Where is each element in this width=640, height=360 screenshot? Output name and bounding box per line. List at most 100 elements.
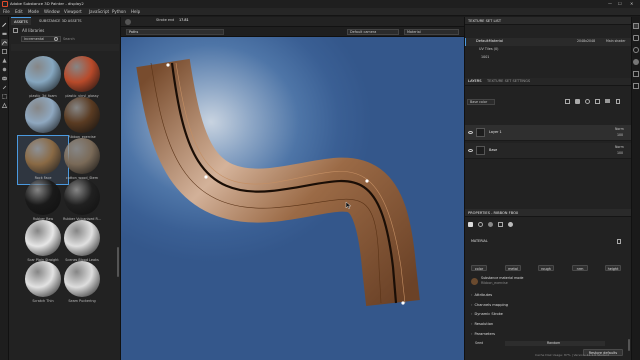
add-mask-icon[interactable] <box>585 99 590 104</box>
menu-bar: File Edit Mode Window Viewport JavaScrip… <box>0 8 640 16</box>
channel-chip-nrm[interactable]: nrm <box>572 265 588 271</box>
search-input[interactable]: Search <box>63 37 75 41</box>
tab-texture-set-settings[interactable]: TEXTURE SET SETTINGS <box>487 79 530 84</box>
channel-chip-metal[interactable]: metal <box>505 265 521 271</box>
material-tab-icon[interactable] <box>508 222 513 227</box>
assets-scrollbar[interactable] <box>117 247 119 277</box>
asset-thumbnail <box>64 220 100 256</box>
home-icon[interactable] <box>13 28 18 33</box>
paint-brush-icon[interactable] <box>1 21 8 28</box>
eraser-icon[interactable] <box>1 30 8 37</box>
menu-python[interactable]: Python <box>112 10 126 14</box>
tab-assets[interactable]: ASSETS <box>11 17 31 25</box>
ribbon-mesh[interactable] <box>121 27 464 360</box>
layers-panel-icon[interactable] <box>633 35 639 41</box>
clone-icon[interactable] <box>1 75 8 82</box>
uv-tiles-label: UV Tiles (0) <box>479 47 499 51</box>
stencil-tab-icon[interactable] <box>498 222 503 227</box>
menu-javascript[interactable]: JavaScript <box>89 10 109 14</box>
layer-thumbnail <box>476 128 485 137</box>
texture-set-shader: Main shader <box>606 39 626 43</box>
layer-opacity[interactable]: 100 <box>617 151 623 155</box>
menu-file[interactable]: File <box>3 10 10 14</box>
window-title: Adobe Substance 3D Painter - display2 <box>10 1 84 6</box>
seed-field[interactable]: Random <box>505 341 605 346</box>
channel-chip-color[interactable]: color <box>471 265 487 271</box>
layer-name: Base <box>489 148 498 152</box>
layer-opacity[interactable]: 100 <box>617 133 623 137</box>
section-dynamic-stroke[interactable]: Dynamic Stroke <box>471 312 502 317</box>
material-options-icon[interactable] <box>617 239 621 244</box>
tab-layers[interactable]: LAYERS <box>468 79 482 84</box>
path-point <box>401 301 405 305</box>
projection-icon[interactable] <box>1 48 8 55</box>
polygon-fill-icon[interactable] <box>1 57 8 64</box>
asset-thumbnail <box>25 56 61 92</box>
visibility-eye-icon[interactable] <box>468 131 473 134</box>
texture-set-resolution: 2048x2048 <box>577 39 596 43</box>
minimize-button[interactable]: — <box>608 2 612 6</box>
properties-header: PROPERTIES - RIBBON FBOX <box>465 209 632 217</box>
viewport-3d[interactable]: Paths Default camera Material <box>121 27 464 360</box>
section-channels-mapping[interactable]: Channels mapping <box>471 303 508 308</box>
panel-icon-strip <box>631 17 640 360</box>
channel-value: Base color <box>470 100 488 104</box>
smudge-icon[interactable] <box>1 66 8 73</box>
paint-tab-icon[interactable] <box>468 222 473 227</box>
channel-chip-rough[interactable]: rough <box>538 265 554 271</box>
library-selector[interactable]: All libraries <box>22 29 44 33</box>
channel-dropdown[interactable]: Base color <box>467 99 495 105</box>
picker-icon[interactable] <box>1 84 8 91</box>
asset-thumbnail <box>64 179 100 215</box>
asset-thumbnail <box>25 97 61 133</box>
seed-value: Random <box>547 341 561 345</box>
geometry-mask-icon[interactable] <box>1 102 8 109</box>
menu-viewport[interactable]: Viewport <box>64 10 82 14</box>
delete-layer-icon[interactable] <box>616 99 620 104</box>
search-icon[interactable] <box>54 37 58 41</box>
status-text: Cache Disk Usage: 87% | Version: 11.1.0 … <box>535 353 609 357</box>
layer-blend-mode[interactable]: Norm <box>615 127 624 131</box>
texture-set-panel-icon[interactable] <box>633 23 639 29</box>
material-name: Ribbon_exercise <box>481 281 508 285</box>
tab-substance-3d-assets[interactable]: SUBSTANCE 3D ASSETS <box>36 17 85 25</box>
asset-thumbnail <box>64 138 100 174</box>
add-layer-icon[interactable] <box>565 99 570 104</box>
menu-help[interactable]: Help <box>131 10 140 14</box>
path-point <box>365 179 369 183</box>
viewer-settings-icon[interactable] <box>633 71 639 77</box>
path-tool-icon[interactable] <box>1 39 8 46</box>
maximize-button[interactable]: ☐ <box>618 2 622 6</box>
brush-preview-icon <box>125 19 131 25</box>
alpha-tab-icon[interactable] <box>488 222 493 227</box>
properties-scrollbar[interactable] <box>628 339 630 351</box>
add-fill-layer-icon[interactable] <box>575 99 580 104</box>
menu-mode[interactable]: Mode <box>28 10 39 14</box>
section-resolution[interactable]: Resolution <box>471 322 493 327</box>
section-parameters[interactable]: Parameters <box>471 332 495 337</box>
material-mode-label: Substance material mode <box>481 276 524 280</box>
tool-strip <box>0 17 9 360</box>
channel-chip-height[interactable]: height <box>605 265 621 271</box>
section-attributes[interactable]: Attributes <box>471 293 492 298</box>
brush-tab-icon[interactable] <box>478 222 483 227</box>
display-settings-icon[interactable] <box>633 47 639 53</box>
add-effect-icon[interactable] <box>595 99 600 104</box>
stroke-end-label: Stroke end <box>156 18 175 22</box>
visibility-eye-icon[interactable] <box>468 149 473 152</box>
selection-icon[interactable] <box>1 93 8 100</box>
menu-window[interactable]: Window <box>44 10 60 14</box>
close-button[interactable]: ✕ <box>630 2 633 6</box>
app-logo-icon <box>2 1 8 7</box>
material-thumbnail[interactable] <box>471 278 478 285</box>
shader-settings-icon[interactable] <box>633 59 639 65</box>
add-folder-icon[interactable] <box>605 99 610 103</box>
texture-set-name: DefaultMaterial <box>476 39 504 43</box>
log-icon[interactable] <box>633 83 639 89</box>
layer-blend-mode[interactable]: Norm <box>615 145 624 149</box>
texture-set-list-header: TEXTURE SET LIST <box>465 17 632 25</box>
texture-set-row[interactable]: DefaultMaterial 2048x2048 Main shader <box>465 38 632 46</box>
stroke-end-value[interactable]: 17.81 <box>179 18 189 22</box>
menu-edit[interactable]: Edit <box>15 10 23 14</box>
material-section-label: MATERIAL <box>471 239 488 243</box>
